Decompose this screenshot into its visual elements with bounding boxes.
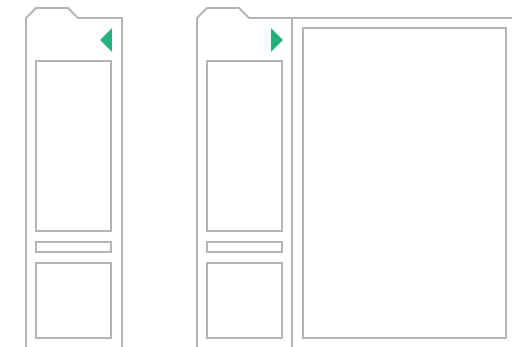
- right-sidebar-divider-bar: [206, 241, 283, 253]
- right-sidebar-main-block: [206, 60, 283, 232]
- right-sidebar-bottom-block: [206, 262, 283, 339]
- content-area: [302, 27, 507, 339]
- left-sidebar-outline: [25, 7, 123, 347]
- diagram-svg: [25, 7, 512, 347]
- left-sidebar-divider-bar: [35, 241, 112, 253]
- triangle-right-icon[interactable]: [271, 28, 283, 52]
- right-sidebar-frame: [196, 7, 512, 347]
- left-sidebar-frame: [25, 7, 123, 347]
- sidebar-collapse-diagram: [0, 0, 512, 347]
- triangle-left-icon[interactable]: [100, 28, 112, 52]
- right-sidebar-outline: [196, 7, 512, 347]
- left-sidebar-main-block: [35, 60, 112, 232]
- left-sidebar-bottom-block: [35, 262, 112, 339]
